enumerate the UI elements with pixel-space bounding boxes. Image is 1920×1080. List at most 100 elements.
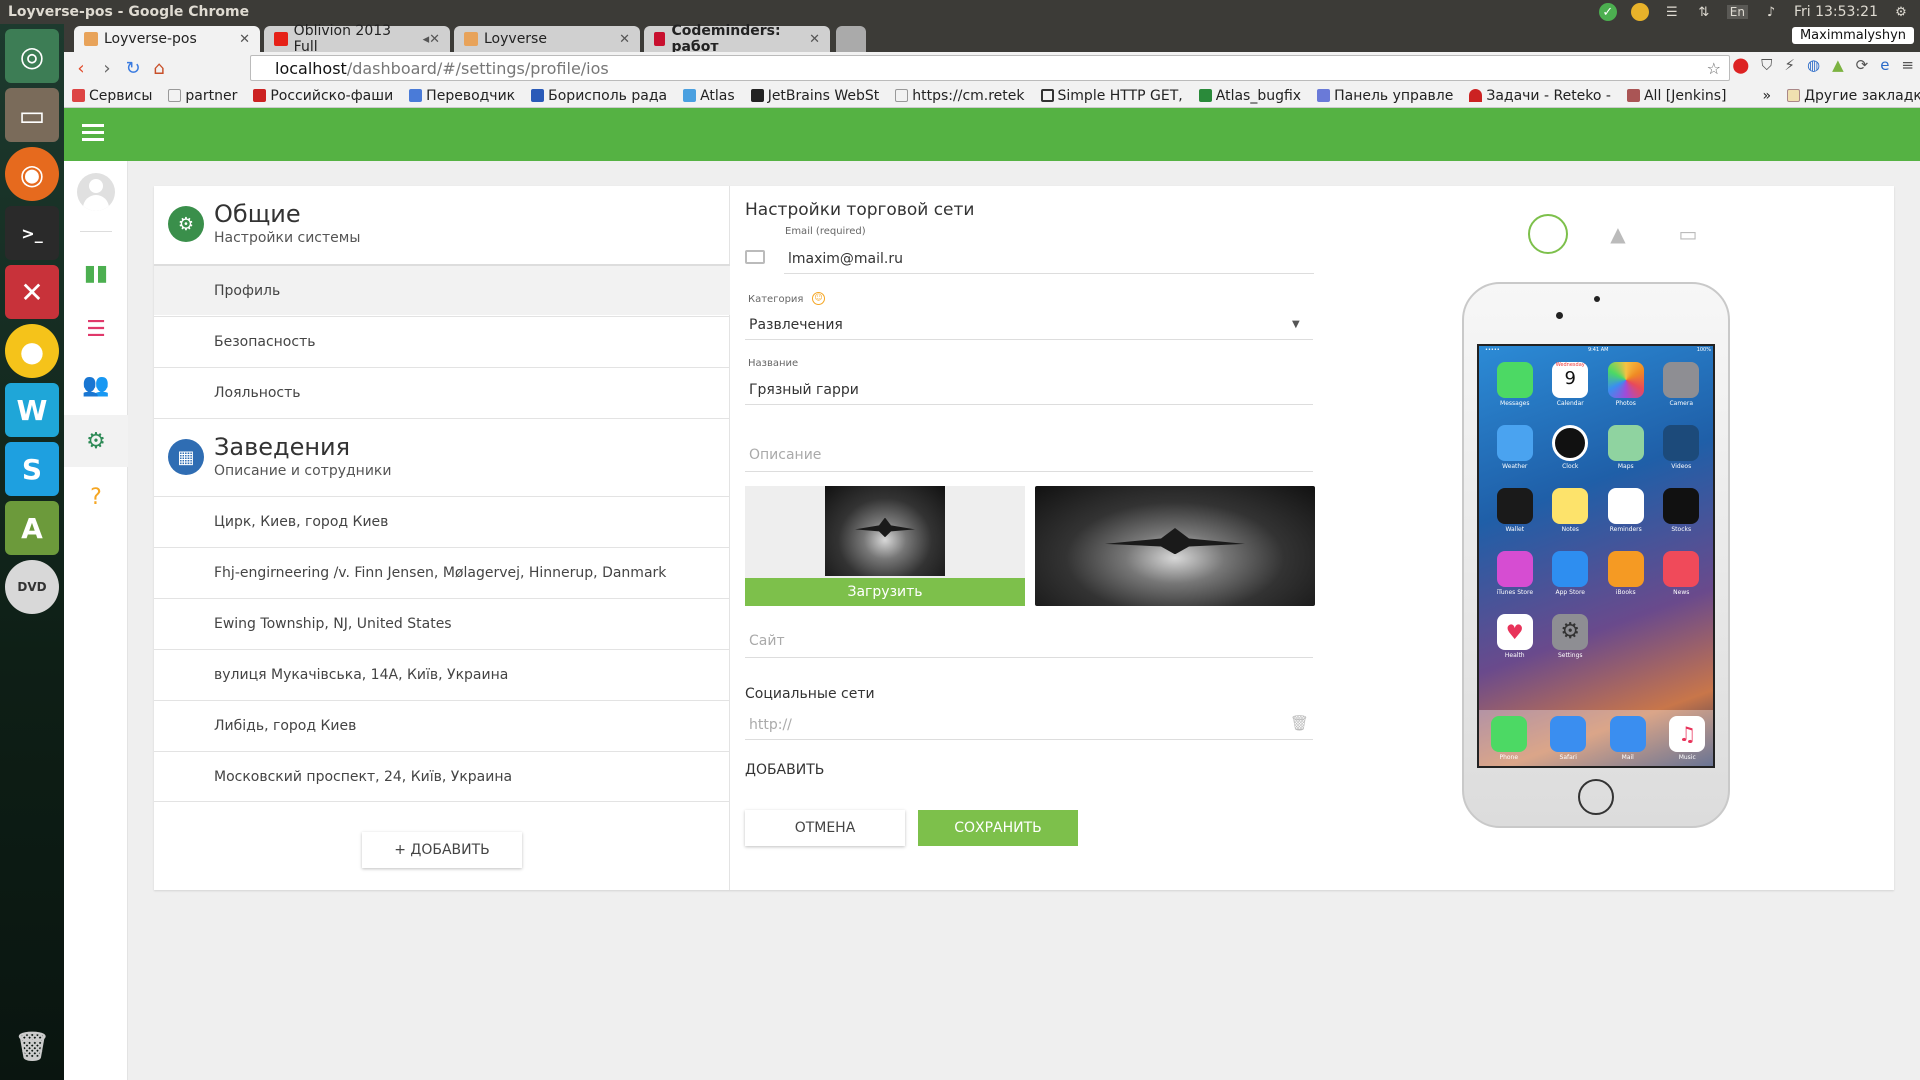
gear-icon[interactable]: ⚙ bbox=[1892, 3, 1910, 21]
network-arrows-icon[interactable]: ⇅ bbox=[1695, 3, 1713, 21]
system-tray: ✓ ☰ ⇅ En ♪ Fri 13:53:21 ⚙ bbox=[1598, 3, 1920, 21]
bookmark-item[interactable]: Борисполь рада bbox=[531, 88, 667, 104]
store-item[interactable]: Цирк, Киев, город Киев bbox=[154, 496, 730, 547]
bookmark-item[interactable]: partner bbox=[168, 88, 237, 104]
items-list-icon[interactable]: ☰ bbox=[64, 303, 128, 355]
edge-e-icon[interactable]: e bbox=[1880, 56, 1889, 74]
update-shield-icon[interactable]: ✓ bbox=[1598, 3, 1617, 21]
app-label: News bbox=[1673, 589, 1690, 596]
bookmark-item[interactable]: Сервисы bbox=[72, 88, 152, 104]
store-item[interactable]: Московский проспект, 24, Київ, Украина bbox=[154, 751, 730, 802]
add-social-button[interactable]: ДОБАВИТЬ bbox=[745, 762, 824, 778]
hamburger-menu-icon[interactable] bbox=[82, 124, 104, 144]
sync-icon[interactable]: ⟳ bbox=[1856, 56, 1869, 74]
avatar[interactable] bbox=[77, 173, 115, 211]
trash-icon[interactable]: 🗑 bbox=[5, 1019, 59, 1073]
bookmark-item[interactable]: Переводчик bbox=[409, 88, 515, 104]
url-field[interactable]: localhost/dashboard/#/settings/profile/i… bbox=[250, 55, 1730, 81]
android-icon[interactable]: ▲ bbox=[1832, 56, 1844, 74]
back-icon[interactable]: ‹ bbox=[68, 58, 94, 79]
settings-gear-icon[interactable]: ⚙ bbox=[64, 415, 128, 467]
ubuntu-dash-icon[interactable]: ◎ bbox=[5, 29, 59, 83]
bookmark-item[interactable]: All [Jenkins] bbox=[1626, 88, 1727, 104]
trash-icon[interactable]: 🗑 bbox=[1290, 714, 1309, 732]
bookmark-item[interactable]: Задачи - Reteko - bbox=[1469, 88, 1611, 104]
app-weather: Weather bbox=[1487, 425, 1543, 470]
terminal-icon[interactable]: >_ bbox=[5, 206, 59, 260]
close-tab-icon[interactable]: ✕ bbox=[619, 32, 630, 47]
bookmark-item[interactable]: Atlas bbox=[683, 88, 735, 104]
settings-tools-icon[interactable]: ✕ bbox=[5, 265, 59, 319]
menu-lines-icon[interactable]: ☰ bbox=[1663, 3, 1681, 21]
add-store-button[interactable]: + ДОБАВИТЬ bbox=[362, 832, 522, 868]
bookmark-item[interactable]: JetBrains WebSt bbox=[750, 88, 879, 104]
website-field[interactable]: Сайт bbox=[745, 624, 1313, 658]
tab-loyverse-pos[interactable]: Loyverse-pos ✕ bbox=[74, 26, 260, 52]
store-item[interactable]: вулиця Мукачівська, 14А, Київ, Украина bbox=[154, 649, 730, 700]
bookmark-item[interactable]: Simple HTTP GET, bbox=[1040, 88, 1183, 104]
store-item[interactable]: Либідь, город Киев bbox=[154, 700, 730, 751]
help-question-icon[interactable]: ? bbox=[64, 471, 128, 523]
email-field[interactable]: lmaxim@mail.ru bbox=[784, 244, 1314, 274]
dropdown-arrow-icon[interactable]: ▼ bbox=[1292, 319, 1300, 330]
store-item[interactable]: Ewing Township, NJ, United States bbox=[154, 598, 730, 649]
desktop-monitor-icon[interactable]: ▭ bbox=[1668, 214, 1708, 254]
menu-item-loyalty[interactable]: Лояльность bbox=[154, 367, 730, 418]
chrome-tray-icon[interactable] bbox=[1630, 3, 1649, 21]
chrome-icon[interactable]: ● bbox=[5, 324, 59, 378]
menu-item-profile[interactable]: Профиль bbox=[154, 264, 730, 315]
close-tab-icon[interactable]: ✕ bbox=[809, 32, 820, 47]
cancel-button[interactable]: ОТМЕНА bbox=[745, 810, 905, 846]
bookmark-item[interactable]: Atlas_bugfix bbox=[1198, 88, 1301, 104]
close-tab-icon[interactable]: ✕ bbox=[239, 32, 250, 47]
firefox-icon[interactable]: ◉ bbox=[5, 147, 59, 201]
chrome-profile-badge[interactable]: Maximmalyshyn bbox=[1791, 27, 1914, 44]
close-tab-icon[interactable]: ◂✕ bbox=[423, 32, 440, 47]
clock[interactable]: Fri 13:53:21 bbox=[1794, 4, 1878, 20]
keyboard-layout[interactable]: En bbox=[1726, 5, 1748, 19]
bookmark-item[interactable]: https://cm.retek bbox=[895, 88, 1025, 104]
reports-bar-chart-icon[interactable]: ▮▮ bbox=[64, 247, 128, 299]
android-icon[interactable]: ▲ bbox=[1598, 214, 1638, 254]
home-icon[interactable]: ⌂ bbox=[146, 58, 172, 79]
bookmark-star-icon[interactable]: ☆ bbox=[1707, 59, 1721, 78]
webstorm-icon[interactable]: W bbox=[5, 383, 59, 437]
sheet-icon bbox=[1198, 89, 1212, 102]
globe-icon[interactable]: ◍ bbox=[1807, 56, 1820, 74]
tab-codeminders[interactable]: Codeminders: работ ✕ bbox=[644, 23, 830, 55]
name-field[interactable]: Грязный гарри bbox=[745, 375, 1313, 405]
shield-icon[interactable]: ⛉ bbox=[1761, 56, 1772, 74]
new-tab-button[interactable] bbox=[836, 26, 866, 52]
chrome-menu-icon[interactable]: ≡ bbox=[1901, 56, 1914, 74]
app-wallet: Wallet bbox=[1487, 488, 1543, 533]
tab-loyverse[interactable]: Loyverse ✕ bbox=[454, 26, 640, 52]
reload-icon[interactable]: ↻ bbox=[120, 58, 146, 79]
files-icon[interactable]: ▭ bbox=[5, 88, 59, 142]
ios-apple-icon[interactable] bbox=[1528, 214, 1568, 254]
flash-icon[interactable]: ⚡ bbox=[1784, 56, 1795, 74]
app-label: Camera bbox=[1669, 400, 1694, 407]
site-icon bbox=[253, 89, 267, 102]
upload-button[interactable]: Загрузить bbox=[745, 578, 1025, 606]
store-icon: ▦ bbox=[168, 439, 204, 475]
tab-oblivion[interactable]: Oblivion 2013 Full ◂✕ bbox=[264, 23, 450, 55]
store-item[interactable]: Fhj-engirneering /v. Finn Jensen, Mølage… bbox=[154, 547, 730, 598]
bookmark-item[interactable]: Панель управле bbox=[1317, 88, 1453, 104]
menu-item-security[interactable]: Безопасность bbox=[154, 316, 730, 367]
save-button[interactable]: СОХРАНИТЬ bbox=[918, 810, 1078, 846]
volume-icon[interactable]: ♪ bbox=[1762, 3, 1780, 21]
other-bookmarks[interactable]: Другие закладки bbox=[1787, 88, 1920, 104]
category-select[interactable]: Развлечения bbox=[745, 310, 1313, 340]
bookmarks-more[interactable]: » bbox=[1763, 88, 1772, 104]
settings-gear-icon: ⚙ bbox=[1552, 614, 1589, 650]
description-field[interactable]: Описание bbox=[745, 438, 1313, 472]
android-studio-icon[interactable]: A bbox=[5, 501, 59, 555]
forward-icon[interactable]: › bbox=[94, 58, 120, 79]
adblock-icon[interactable]: ⬤ bbox=[1732, 56, 1749, 74]
bookmark-item[interactable]: Российско-фаши bbox=[253, 88, 393, 104]
phone-screen: ••••• 9:41 AM 100% Messages Wednesday 9 Ca… bbox=[1477, 344, 1715, 768]
skype-icon[interactable]: S bbox=[5, 442, 59, 496]
dvd-icon[interactable]: DVD bbox=[5, 560, 59, 614]
social-url-field[interactable]: http:// bbox=[745, 710, 1313, 740]
employees-people-icon[interactable]: 👥 bbox=[64, 359, 128, 411]
